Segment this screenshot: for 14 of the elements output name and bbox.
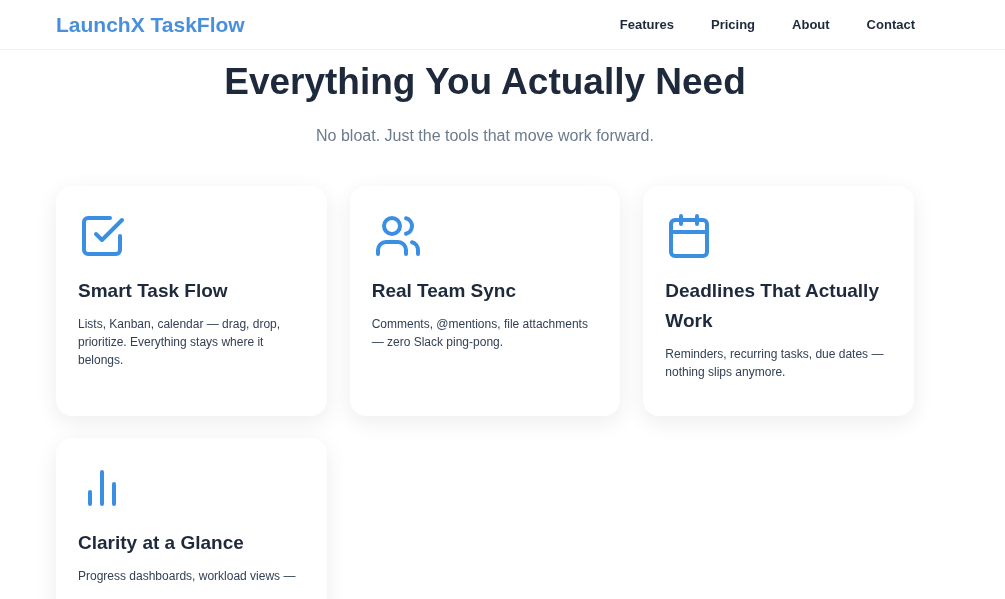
nav-link[interactable]: Features — [619, 14, 674, 35]
feature-description: Comments, @mentions, file attachments — zero Slack ping-pong. — [371, 316, 589, 351]
feature-title: Smart Task Flow — [78, 279, 228, 303]
feature-description: Reminders, recurring tasks, due dates — nothing slips anymore. — [665, 346, 885, 381]
nav-link[interactable]: Contact — [866, 14, 915, 35]
section-heading: Everything You Actually Need — [224, 60, 746, 104]
feature-description: Progress dashboards, workload views — — [78, 568, 296, 585]
feature-title: Deadlines That Actually Work — [665, 279, 880, 333]
nav-link[interactable]: About — [792, 14, 830, 35]
section-subheading: No bloat. Just the tools that move work forward. — [316, 126, 654, 146]
feature-title: Real Team Sync — [371, 279, 516, 303]
feature-title: Clarity at a Glance — [78, 531, 244, 555]
nav-link[interactable]: Pricing — [711, 14, 756, 35]
feature-description: Lists, Kanban, calendar — drag, drop, prioritize. Everything stays where it belongs. — [78, 316, 282, 369]
